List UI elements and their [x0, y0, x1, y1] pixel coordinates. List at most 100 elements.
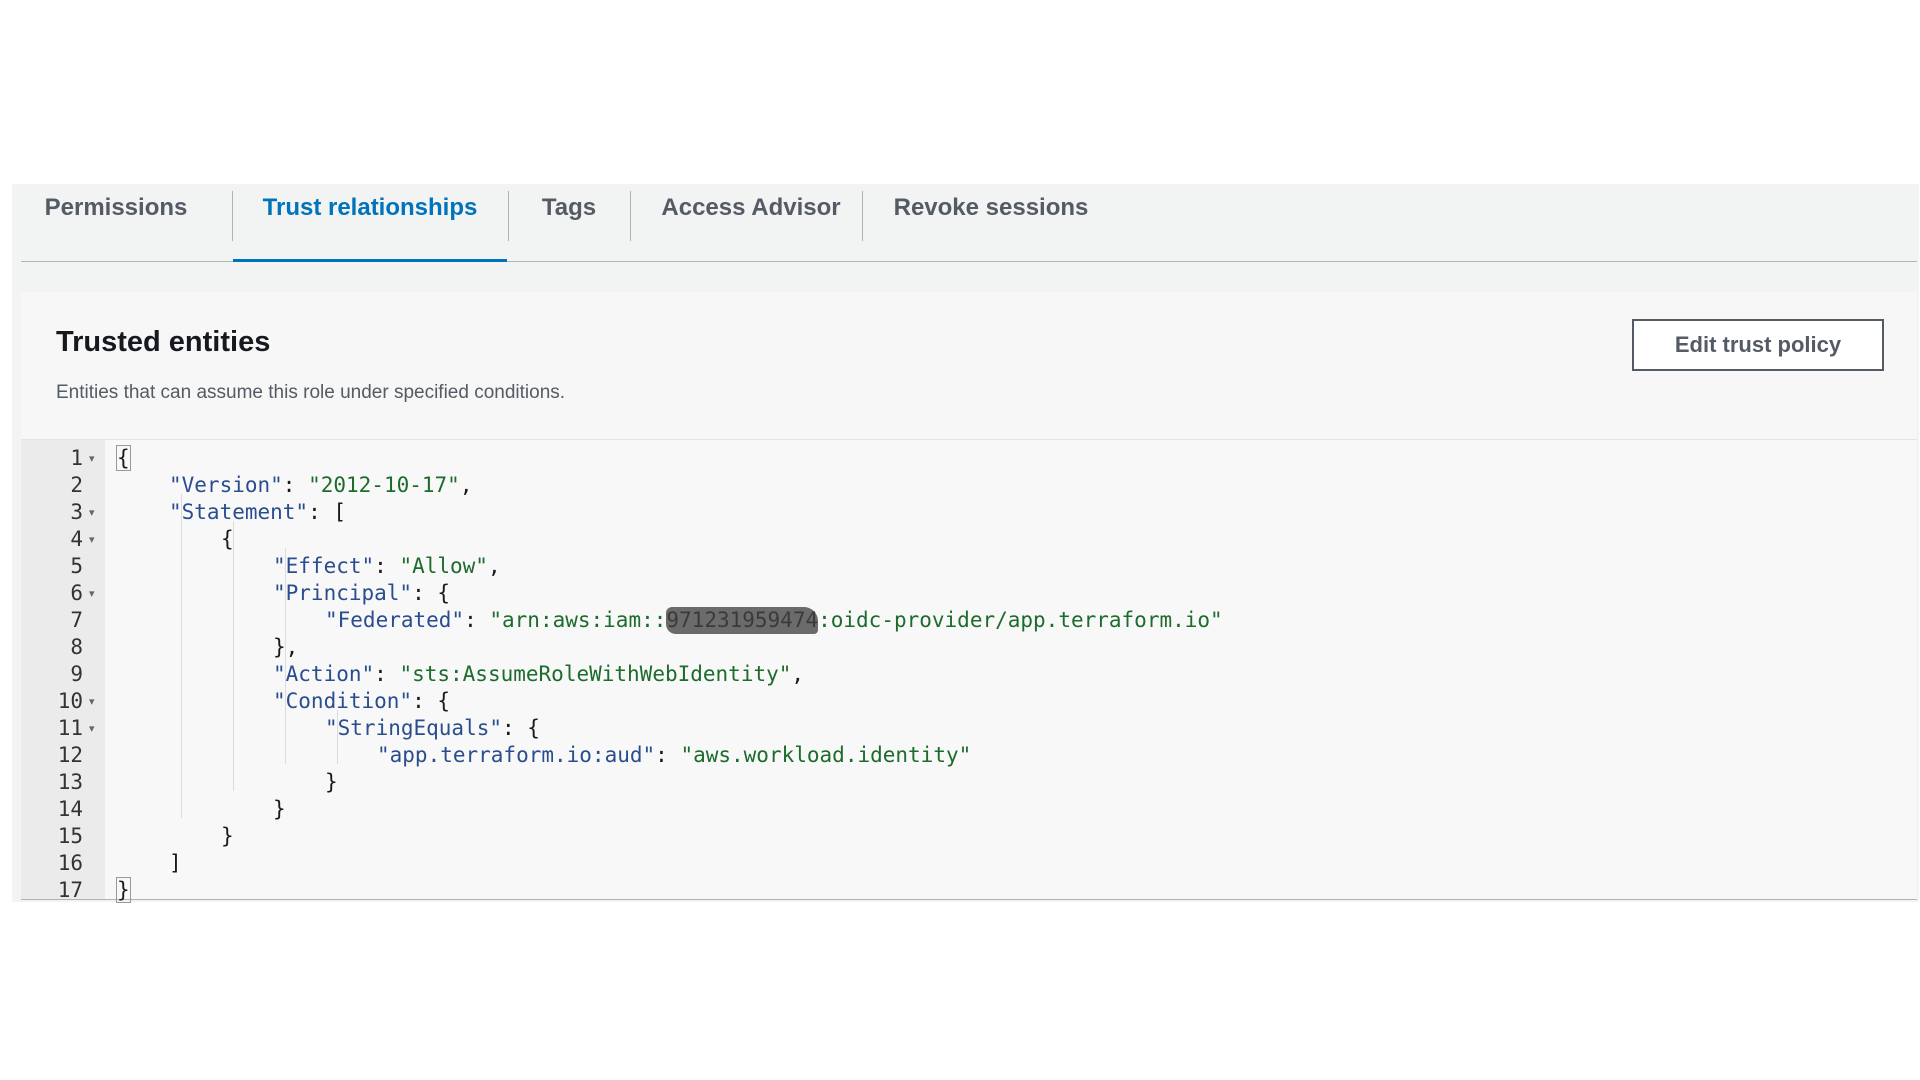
json-punctuation: : {	[502, 716, 540, 740]
json-punctuation: {	[116, 445, 131, 471]
line-number: 9	[70, 662, 83, 686]
code-text: }	[325, 769, 338, 796]
tab-bar: Permissions Trust relationships Tags Acc…	[21, 184, 1917, 262]
line-number: 17	[57, 878, 83, 902]
json-string: "sts:AssumeRoleWithWebIdentity"	[399, 662, 792, 686]
json-key: "StringEquals"	[325, 716, 503, 740]
code-text: "Condition": {	[273, 688, 450, 715]
json-punctuation: : {	[412, 581, 451, 605]
json-punctuation: :	[374, 554, 400, 578]
line-number: 8	[70, 635, 83, 659]
code-line: 8},	[21, 634, 1911, 661]
code-line: 3 ▾ "Statement": [	[21, 499, 1911, 526]
code-text: "app.terraform.io:aud": "aws.workload.id…	[377, 742, 971, 769]
code-text: }	[273, 796, 286, 823]
line-number: 11	[57, 716, 83, 740]
line-number: 16	[57, 851, 83, 875]
code-line: 13}	[21, 769, 1911, 796]
json-punctuation: : [	[308, 500, 347, 524]
code-text: {	[116, 445, 131, 472]
code-text: "StringEquals": {	[325, 715, 540, 742]
json-key: "Effect"	[273, 554, 375, 578]
json-string: "arn:aws:iam::	[489, 608, 667, 632]
json-key: "app.terraform.io:aud"	[377, 743, 656, 767]
json-punctuation: ,	[459, 473, 473, 497]
line-number: 7	[70, 608, 83, 632]
code-line: 12 "app.terraform.io:aud": "aws.workload.…	[21, 742, 1911, 769]
line-number: 13	[57, 770, 83, 794]
code-text: {	[221, 526, 234, 553]
code-line: 5 "Effect": "Allow",	[21, 553, 1911, 580]
json-punctuation: },	[273, 635, 299, 659]
fold-toggle-icon[interactable]: ▾	[89, 526, 101, 553]
tab-tags[interactable]: Tags	[509, 184, 629, 262]
tab-trust-relationships[interactable]: Trust relationships	[233, 184, 507, 262]
line-number: 10	[57, 689, 83, 713]
json-punctuation: }	[116, 877, 131, 903]
json-punctuation: :	[655, 743, 681, 767]
fold-toggle-icon[interactable]: ▾	[89, 580, 101, 607]
fold-toggle-icon[interactable]: ▾	[89, 715, 101, 742]
json-punctuation: :	[464, 608, 490, 632]
json-punctuation: ]	[169, 851, 182, 875]
code-text: }	[221, 823, 234, 850]
code-text: "Statement": [	[169, 499, 346, 526]
code-line: 15}	[21, 823, 1911, 850]
fold-toggle-icon[interactable]: ▾	[89, 499, 101, 526]
line-number: 2	[70, 473, 83, 497]
code-line: 9 "Action": "sts:AssumeRoleWithWebIdentit…	[21, 661, 1911, 688]
code-line: 16]	[21, 850, 1911, 877]
json-string: "aws.workload.identity"	[680, 743, 972, 767]
code-text: }	[116, 877, 131, 904]
json-key: "Version"	[169, 473, 283, 497]
code-line: 4 ▾ {	[21, 526, 1911, 553]
json-punctuation: :	[374, 662, 400, 686]
code-line: 11 ▾ "StringEquals": {	[21, 715, 1911, 742]
redacted-account-id: 971231959474	[666, 607, 819, 634]
json-string: :oidc-provider/app.terraform.io"	[818, 608, 1223, 632]
policy-code-editor[interactable]: 1 ▾{2 "Version": "2012-10-17", 3 ▾ "Statement…	[21, 439, 1917, 903]
json-key: "Principal"	[273, 581, 413, 605]
panel-description: Entities that can assume this role under…	[56, 382, 566, 403]
code-text: "Federated": "arn:aws:iam::971231959474:…	[325, 607, 1223, 634]
line-number: 5	[70, 554, 83, 578]
json-punctuation: ,	[487, 554, 501, 578]
tab-revoke-sessions[interactable]: Revoke sessions	[863, 184, 1119, 262]
code-text: "Version": "2012-10-17",	[169, 472, 472, 499]
json-punctuation: }	[221, 824, 234, 848]
json-key: "Condition"	[273, 689, 413, 713]
code-text: "Principal": {	[273, 580, 450, 607]
line-number: 4	[70, 527, 83, 551]
code-line: 14}	[21, 796, 1911, 823]
code-line: 2 "Version": "2012-10-17",	[21, 472, 1911, 499]
code-text: "Action": "sts:AssumeRoleWithWebIdentity…	[273, 661, 804, 688]
code-line: 10 ▾ "Condition": {	[21, 688, 1911, 715]
panel-title: Trusted entities	[56, 326, 271, 358]
line-number: 6	[70, 581, 83, 605]
json-punctuation: }	[325, 770, 338, 794]
code-line: 6 ▾ "Principal": {	[21, 580, 1911, 607]
fold-toggle-icon[interactable]: ▾	[89, 688, 101, 715]
code-line: 1 ▾ {	[21, 445, 1911, 472]
role-details-container: Permissions Trust relationships Tags Acc…	[12, 184, 1919, 903]
tab-permissions[interactable]: Permissions	[21, 184, 211, 262]
tab-access-advisor[interactable]: Access Advisor	[631, 184, 871, 262]
json-key: "Statement"	[169, 500, 309, 524]
json-key: "Action"	[273, 662, 375, 686]
line-number: 15	[57, 824, 83, 848]
code-text: },	[273, 634, 298, 661]
code-line: 17}	[21, 877, 1911, 904]
json-punctuation: :	[282, 473, 309, 497]
line-number: 3	[70, 500, 83, 524]
code-text: ]	[169, 850, 182, 877]
json-punctuation: {	[221, 527, 234, 551]
line-number: 1	[70, 446, 83, 470]
code-line: 7 "Federated": "arn:aws:iam::971231959474…	[21, 607, 1911, 634]
fold-toggle-icon[interactable]: ▾	[89, 445, 101, 472]
edit-trust-policy-button[interactable]: Edit trust policy	[1632, 319, 1884, 371]
json-punctuation: }	[273, 797, 286, 821]
line-number: 12	[57, 743, 83, 767]
json-string: "Allow"	[399, 554, 488, 578]
line-number: 14	[57, 797, 83, 821]
json-key: "Federated"	[325, 608, 465, 632]
